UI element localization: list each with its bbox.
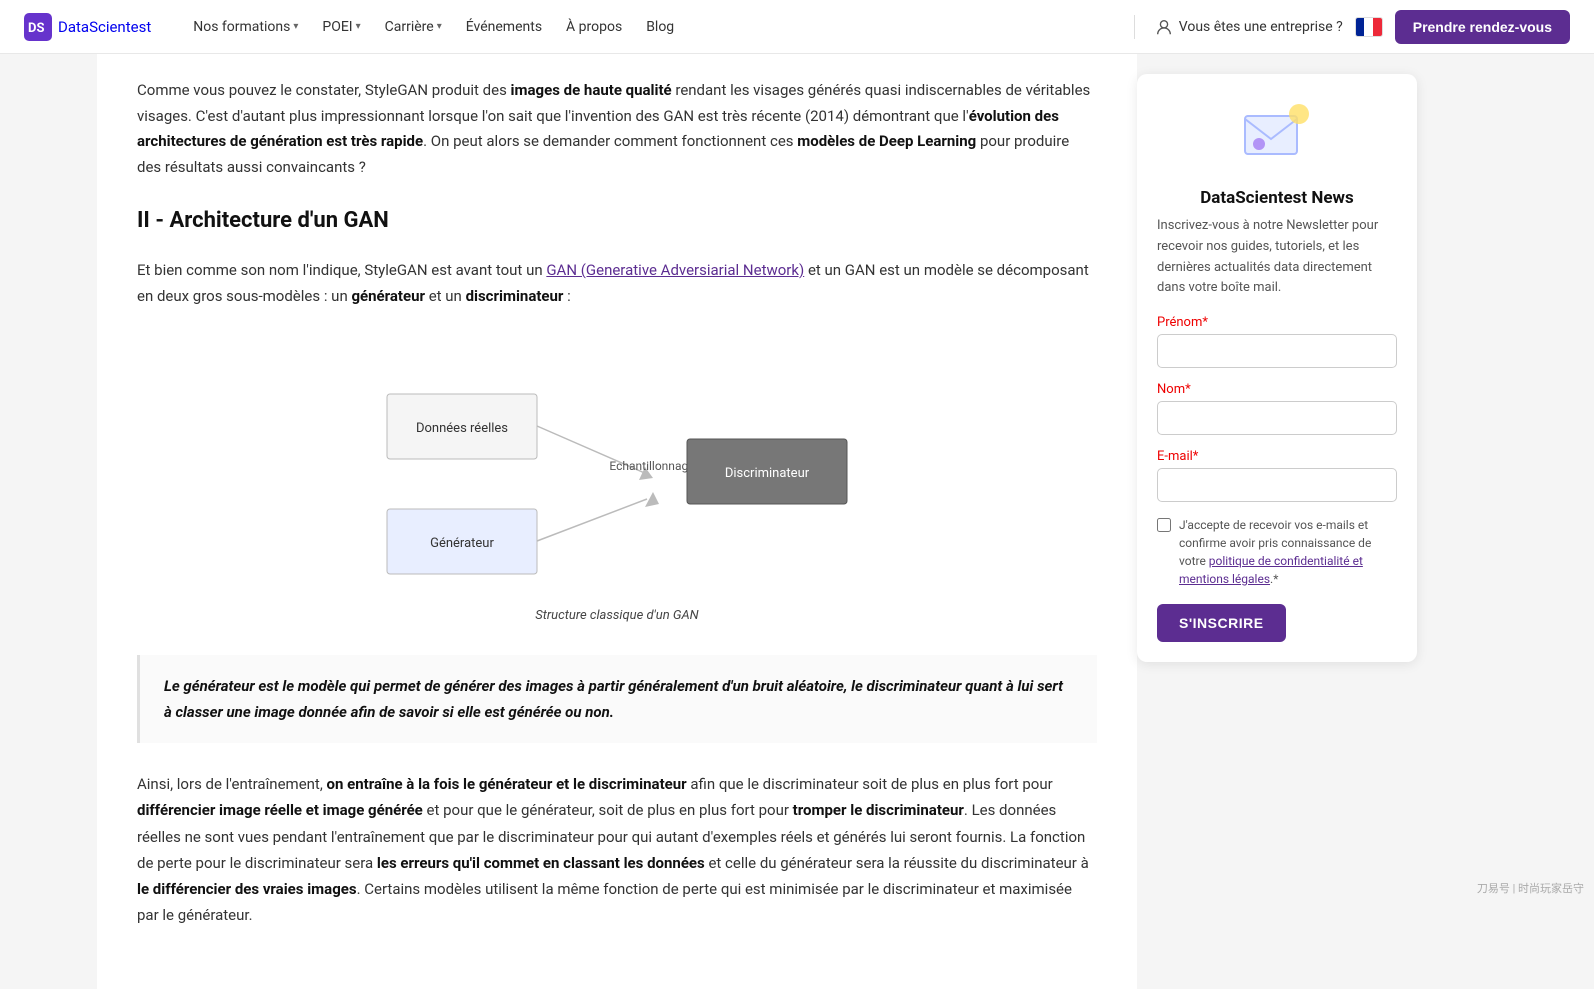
logo-text: DataScientest	[58, 18, 151, 36]
prenom-group: Prénom*	[1157, 315, 1397, 368]
carriere-arrow-icon: ▾	[437, 21, 442, 32]
newsletter-box: ⚙ DataScientest News Inscrivez-vous à no…	[1137, 74, 1417, 662]
nav-apropos[interactable]: À propos	[556, 13, 632, 41]
flag-red	[1373, 18, 1382, 36]
sidebar: ⚙ DataScientest News Inscrivez-vous à no…	[1137, 54, 1437, 989]
svg-text:DS: DS	[28, 21, 44, 36]
svg-text:Echantillonnage: Echantillonnage	[609, 459, 694, 473]
newsletter-desc: Inscrivez-vous à notre Newsletter pour r…	[1157, 216, 1397, 299]
nav-links: Nos formations ▾ POEI ▾ Carrière ▾ Événe…	[183, 13, 1118, 41]
article-blockquote: Le générateur est le modèle qui permet d…	[137, 655, 1097, 744]
nav-poei[interactable]: POEI ▾	[312, 13, 370, 41]
generateur-label: Générateur	[430, 536, 494, 551]
page-wrap: Comme vous pouvez le constater, StyleGAN…	[97, 54, 1497, 989]
flag-blue	[1356, 18, 1365, 36]
email-input[interactable]	[1157, 468, 1397, 502]
nav-formations[interactable]: Nos formations ▾	[183, 13, 308, 41]
intro-paragraph: Comme vous pouvez le constater, StyleGAN…	[137, 78, 1097, 180]
navbar: DS DataScientest Nos formations ▾ POEI ▾…	[0, 0, 1594, 54]
privacy-link[interactable]: politique de confidentialité et mentions…	[1179, 554, 1363, 586]
donnees-label: Données réelles	[416, 421, 508, 436]
nav-enterprise[interactable]: Vous êtes une entreprise ?	[1155, 18, 1343, 36]
france-flag[interactable]	[1355, 17, 1383, 37]
cta-button[interactable]: Prendre rendez-vous	[1395, 10, 1570, 44]
flag-white	[1364, 18, 1373, 36]
nav-divider	[1134, 15, 1135, 39]
newsletter-title: DataScientest News	[1157, 188, 1397, 208]
nom-group: Nom*	[1157, 382, 1397, 435]
checkbox-row: J'accepte de recevoir vos e-mails et con…	[1157, 516, 1397, 588]
poei-arrow-icon: ▾	[356, 21, 361, 32]
nav-evenements[interactable]: Événements	[456, 13, 552, 41]
nav-right: Vous êtes une entreprise ? Prendre rende…	[1126, 10, 1570, 44]
enterprise-person-icon	[1155, 18, 1173, 36]
logo-link[interactable]: DS DataScientest	[24, 13, 151, 41]
email-group: E-mail*	[1157, 449, 1397, 502]
main-content: Comme vous pouvez le constater, StyleGAN…	[97, 54, 1137, 989]
subscribe-button[interactable]: S'INSCRIRE	[1157, 604, 1286, 642]
email-label: E-mail*	[1157, 449, 1397, 464]
newsletter-icon: ⚙	[1237, 94, 1317, 174]
formations-arrow-icon: ▾	[293, 21, 298, 32]
section2-title: II - Architecture d'un GAN	[137, 208, 1097, 241]
consent-checkbox[interactable]	[1157, 518, 1171, 532]
gan-diagram-svg: Données réelles Générateur Echantillonna…	[357, 344, 877, 584]
sidebar-inner: ⚙ DataScientest News Inscrivez-vous à no…	[1137, 74, 1417, 662]
nom-input[interactable]	[1157, 401, 1397, 435]
gan-diagram: Données réelles Générateur Echantillonna…	[137, 334, 1097, 623]
section2-para1: Et bien comme son nom l'indique, StyleGA…	[137, 257, 1097, 310]
prenom-input[interactable]	[1157, 334, 1397, 368]
nom-label: Nom*	[1157, 382, 1397, 397]
section2-para3: Ainsi, lors de l'entraînement, on entraî…	[137, 771, 1097, 929]
diagram-caption: Structure classique d'un GAN	[535, 608, 698, 623]
diagram-svg-wrap: Données réelles Générateur Echantillonna…	[347, 334, 887, 598]
newsletter-illustration: ⚙	[1157, 94, 1397, 178]
svg-text:Discriminateur: Discriminateur	[725, 466, 810, 481]
consent-label: J'accepte de recevoir vos e-mails et con…	[1179, 516, 1397, 588]
logo-icon: DS	[24, 13, 52, 41]
nav-blog[interactable]: Blog	[636, 13, 684, 41]
nav-carriere[interactable]: Carrière ▾	[375, 13, 452, 41]
prenom-label: Prénom*	[1157, 315, 1397, 330]
gan-link[interactable]: GAN (Generative Adversiarial Network)	[546, 261, 804, 279]
